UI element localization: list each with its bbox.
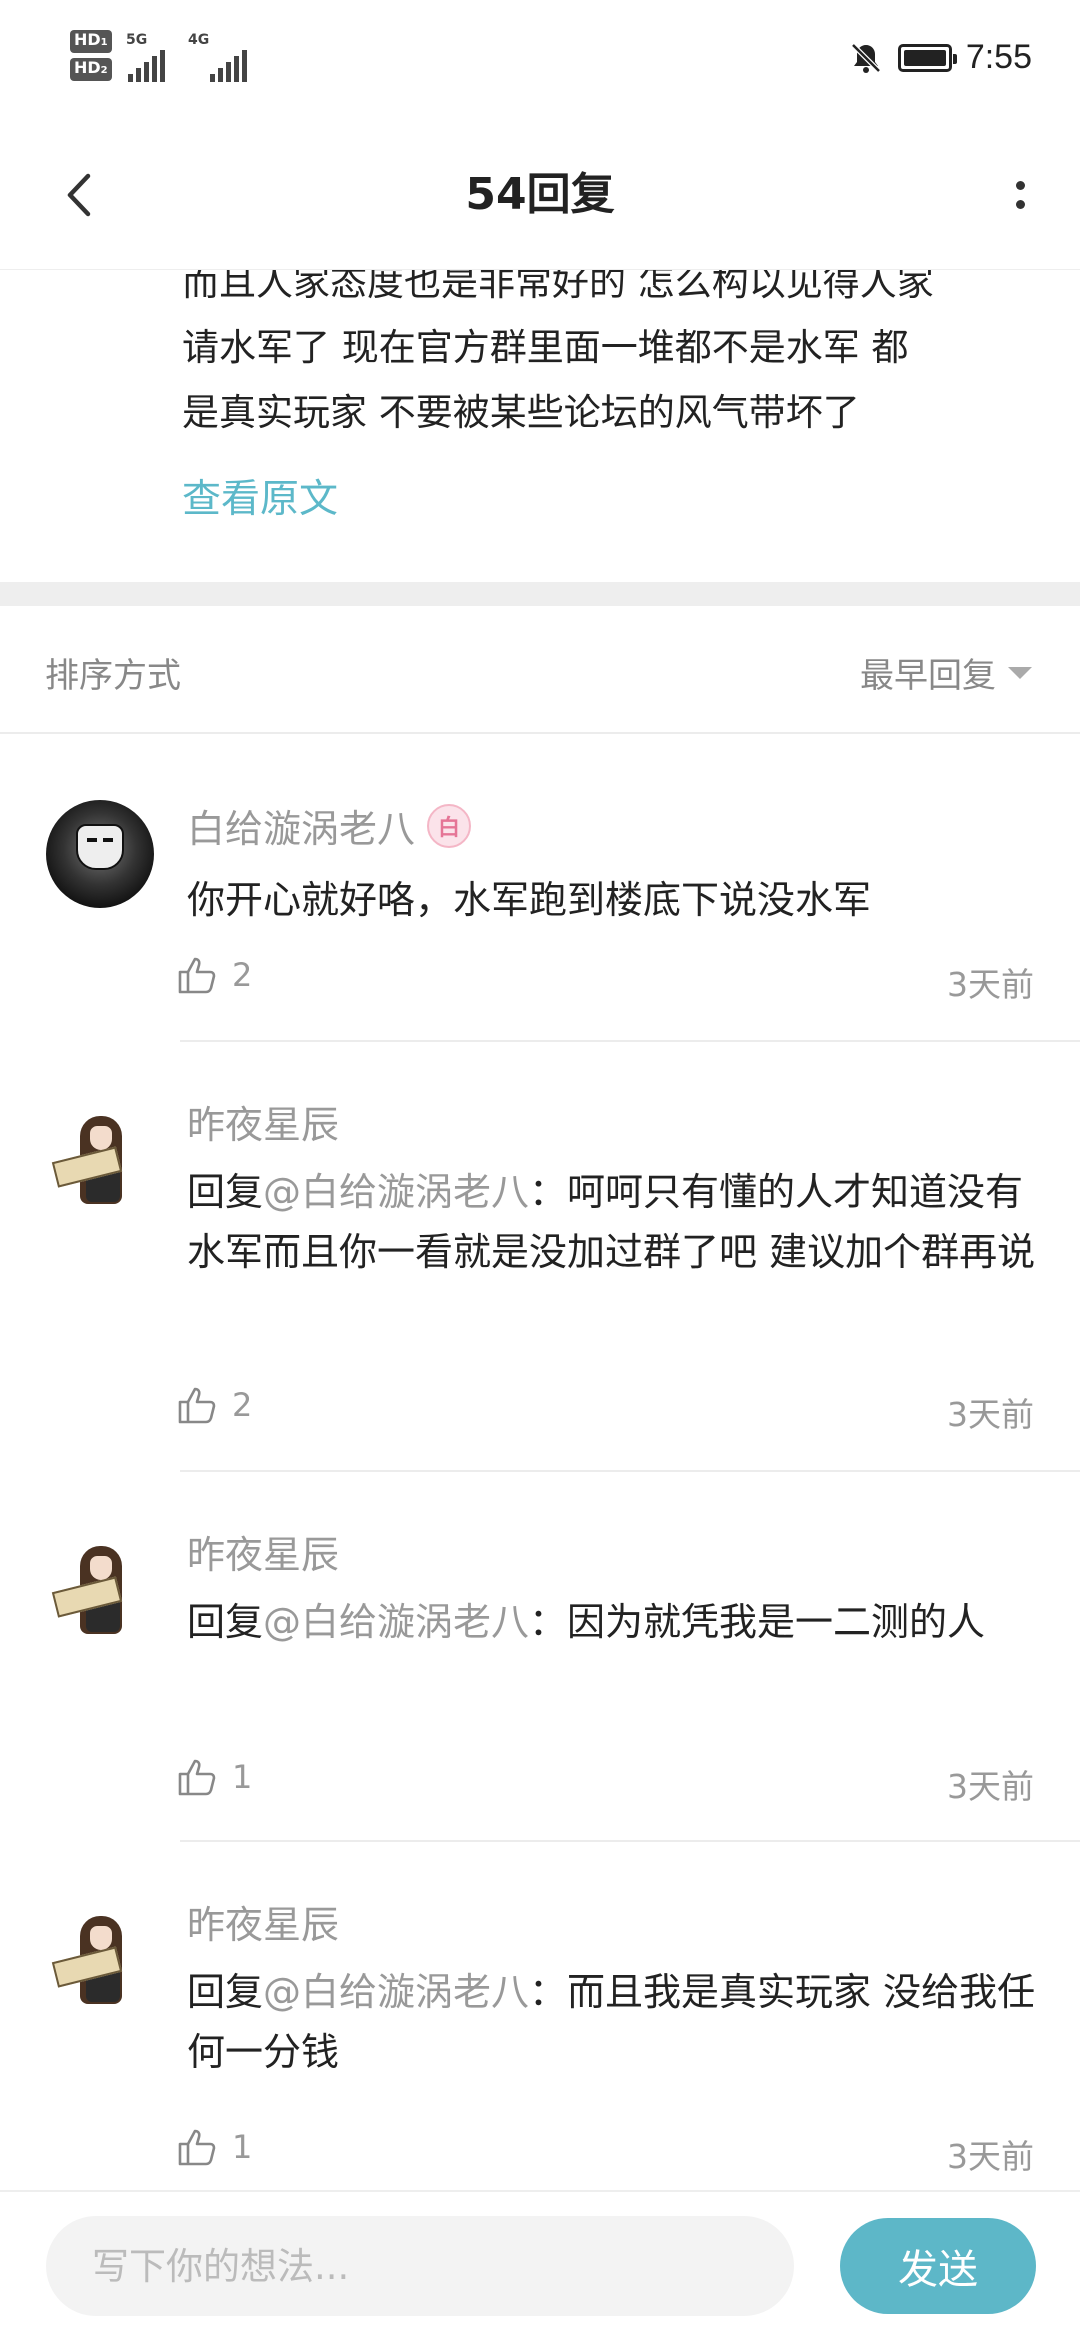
comment-item: 昨夜星辰 回复@白给漩涡老八：因为就凭我是一二测的人 1 3天前	[0, 1474, 1080, 1844]
thumbs-up-icon	[178, 957, 216, 994]
like-button[interactable]: 1	[176, 1756, 252, 1798]
thumbs-up-icon	[178, 1387, 216, 1424]
like-count: 1	[232, 1758, 253, 1796]
caret-down-icon	[1008, 666, 1032, 679]
comment-item: 白给漩涡老八 白 你开心就好咯，水军跑到楼底下说没水军 2 3天前	[0, 736, 1080, 1044]
sort-dropdown[interactable]: 最早回复	[860, 648, 1032, 697]
user-level-badge: 白	[427, 803, 472, 848]
comment-text: 回复@白给漩涡老八：呵呵只有懂的人才知道没有水军而且你一看就是没加过群了吧 建议…	[187, 1162, 1047, 1282]
bell-off-icon	[851, 42, 881, 73]
avatar[interactable]	[46, 1102, 154, 1210]
like-count: 1	[232, 2128, 253, 2166]
comment-time: 3天前	[947, 1395, 1034, 1434]
original-post-text: 而且人家态度也是非常好的 怎么构以见得人家 请水军了 现在官方群里面一堆都不是水…	[182, 250, 1042, 445]
comment-username[interactable]: 昨夜星辰	[187, 1094, 339, 1149]
page-title: 54回复	[465, 169, 615, 220]
comment-user-row: 昨夜星辰	[187, 1094, 339, 1149]
sort-row: 排序方式 最早回复	[0, 606, 1080, 734]
comment-username[interactable]: 昨夜星辰	[187, 1524, 339, 1579]
comment-username[interactable]: 白给漩涡老八	[187, 798, 415, 853]
comment-username[interactable]: 昨夜星辰	[187, 1894, 339, 1949]
post-line: 请水军了 现在官方群里面一堆都不是水军 都	[182, 326, 909, 369]
comment-text: 回复@白给漩涡老八：因为就凭我是一二测的人	[187, 1592, 1047, 1652]
clock: 7:55	[965, 38, 1032, 76]
comment-separator	[180, 1040, 1080, 1042]
avatar[interactable]	[46, 800, 154, 908]
comment-list: 白给漩涡老八 白 你开心就好咯，水军跑到楼底下说没水军 2 3天前 昨夜星辰 回…	[0, 736, 1080, 2176]
comment-time: 3天前	[947, 1767, 1034, 1806]
avatar[interactable]	[46, 1902, 154, 2010]
section-divider	[0, 582, 1080, 606]
comment-user-row: 白给漩涡老八 白	[187, 798, 472, 853]
comment-body: 你开心就好咯，水军跑到楼底下说没水军	[187, 878, 872, 922]
comment-item: 昨夜星辰 回复@白给漩涡老八：而且我是真实玩家 没给我任何一分钱 1 3天前	[0, 1844, 1080, 2176]
comment-text: 回复@白给漩涡老八：而且我是真实玩家 没给我任何一分钱	[187, 1962, 1047, 2082]
avatar[interactable]	[46, 1532, 154, 1640]
comment-text: 你开心就好咯，水军跑到楼底下说没水军	[187, 870, 1047, 930]
more-dots-icon	[1015, 181, 1025, 190]
signal-bars-1-icon	[128, 48, 165, 82]
network-type-1: 5G	[126, 32, 148, 48]
like-count: 2	[232, 956, 253, 994]
comment-body: ：因为就凭我是一二测的人	[529, 1600, 986, 1644]
comment-separator	[180, 1470, 1080, 1472]
original-post-excerpt: 而且人家态度也是非常好的 怎么构以见得人家 请水军了 现在官方群里面一堆都不是水…	[0, 240, 1080, 582]
comment-input-bar: 发送	[0, 2190, 1080, 2340]
comment-item: 昨夜星辰 回复@白给漩涡老八：呵呵只有懂的人才知道没有水军而且你一看就是没加过群…	[0, 1044, 1080, 1474]
status-bar: HD1 HD2 5G 4G 7:55	[0, 0, 1080, 120]
more-options-button[interactable]	[990, 160, 1050, 230]
network-type-2: 4G	[188, 32, 210, 48]
like-button[interactable]: 1	[176, 2126, 252, 2168]
comment-user-row: 昨夜星辰	[187, 1524, 339, 1579]
battery-icon	[897, 43, 957, 72]
thumbs-up-icon	[178, 1759, 216, 1796]
comment-input[interactable]	[46, 2216, 794, 2316]
avatar-face-icon	[76, 824, 124, 870]
title-bar: 54回复	[0, 120, 1080, 270]
post-line: 是真实玩家 不要被某些论坛的风气带坏了	[182, 391, 860, 434]
back-button[interactable]	[40, 155, 120, 235]
sort-label: 排序方式	[45, 656, 181, 696]
hd-badge-1: HD1	[70, 30, 112, 53]
comment-time: 3天前	[947, 2137, 1034, 2176]
comment-separator	[180, 1840, 1080, 1842]
reply-prefix: 回复	[187, 1170, 264, 1214]
mention-link[interactable]: @白给漩涡老八	[263, 1970, 529, 2014]
signal-bars-2-icon	[210, 48, 247, 82]
reply-prefix: 回复	[187, 1600, 264, 1644]
mention-link[interactable]: @白给漩涡老八	[263, 1170, 529, 1214]
reply-prefix: 回复	[187, 1970, 264, 2014]
chevron-left-icon	[67, 173, 91, 217]
sort-selected-value: 最早回复	[860, 656, 996, 696]
thumbs-up-icon	[178, 2129, 216, 2166]
like-button[interactable]: 2	[176, 954, 252, 996]
status-right: 7:55	[848, 38, 1032, 77]
like-count: 2	[232, 1386, 253, 1424]
view-original-link[interactable]: 查看原文	[182, 468, 338, 524]
like-button[interactable]: 2	[176, 1384, 252, 1426]
hd-badge-2: HD2	[70, 58, 112, 81]
mention-link[interactable]: @白给漩涡老八	[263, 1600, 529, 1644]
send-button[interactable]: 发送	[840, 2218, 1036, 2314]
comment-user-row: 昨夜星辰	[187, 1894, 339, 1949]
comment-time: 3天前	[947, 965, 1034, 1004]
